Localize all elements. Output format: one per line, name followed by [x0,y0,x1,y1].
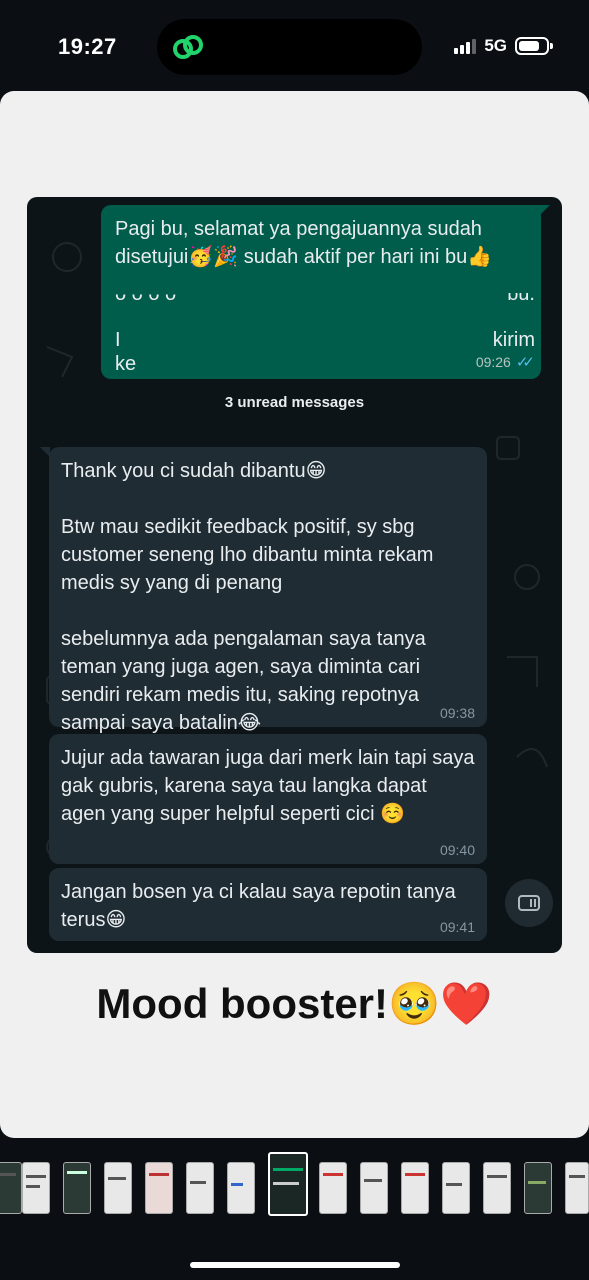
story-thumbnail[interactable] [22,1162,50,1214]
incoming-message[interactable]: Jangan bosen ya ci kalau saya repotin ta… [49,868,487,941]
status-indicators: 5G [454,36,553,56]
outgoing-line-1: Pagi bu, selamat ya pengajuannya sudah [115,218,482,240]
story-thumbnail[interactable] [524,1162,552,1214]
dynamic-island[interactable] [157,19,422,75]
message-time: 09:41 [439,919,475,935]
incoming-message[interactable]: Jujur ada tawaran juga dari merk lain ta… [49,734,487,864]
bubble-tail [540,205,550,215]
outgoing-message[interactable]: Pagi bu, selamat ya pengajuannya sudah d… [101,205,550,379]
story-thumbnail[interactable] [104,1162,132,1214]
story-thumbnail[interactable] [63,1162,91,1214]
story-thumbnail[interactable] [360,1162,388,1214]
link-rings-icon[interactable] [171,31,205,63]
message-time: 09:40 [439,842,475,858]
status-bar: 19:27 5G [0,0,589,90]
incoming-message[interactable]: Thank you ci sudah dibantu😁 Btw mau sedi… [40,447,487,734]
network-type: 5G [484,36,507,55]
outgoing-meta: 09:26 ✓✓ [475,353,535,371]
story-caption: Mood booster!🥹❤️ [96,980,493,1027]
story-thumbnail[interactable] [401,1162,429,1214]
story-thumbnail[interactable] [145,1162,173,1214]
story-thumbnail-selected[interactable] [268,1152,308,1216]
status-time: 19:27 [58,34,117,59]
story-thumbnail-strip[interactable] [0,1152,589,1218]
message-text: Thank you ci sudah dibantu😁 Btw mau sedi… [61,460,434,734]
view-once-icon [518,895,540,911]
unread-divider: 3 unread messages [224,394,365,411]
story-thumbnail[interactable] [227,1162,255,1214]
signal-icon [454,38,477,54]
bubble-tail [40,447,50,457]
message-text: Jujur ada tawaran juga dari merk lain ta… [61,747,481,825]
story-thumbnail[interactable] [442,1162,470,1214]
view-once-button[interactable] [505,879,553,927]
message-time: 09:38 [439,705,475,721]
chat-screenshot: Pagi bu, selamat ya pengajuannya sudah d… [27,197,562,953]
home-indicator[interactable] [190,1262,400,1268]
redacted-text: ᴗ ᴗ ᴗ ᴗ bu. [115,293,535,305]
double-check-read-icon: ✓✓ [515,354,535,371]
battery-icon [515,37,553,55]
story-thumbnail[interactable] [483,1162,511,1214]
redacted-text-3: ke [115,353,137,375]
message-text: Jangan bosen ya ci kalau saya repotin ta… [61,881,462,931]
story-thumbnail[interactable] [319,1162,347,1214]
story-thumbnail[interactable] [0,1162,22,1214]
story-thumbnail[interactable] [186,1162,214,1214]
outgoing-line-2: disetujui🥳🎉 sudah aktif per hari ini bu👍 [115,246,493,268]
story-thumbnail[interactable] [565,1162,589,1214]
outgoing-time: 09:26 [475,354,511,370]
